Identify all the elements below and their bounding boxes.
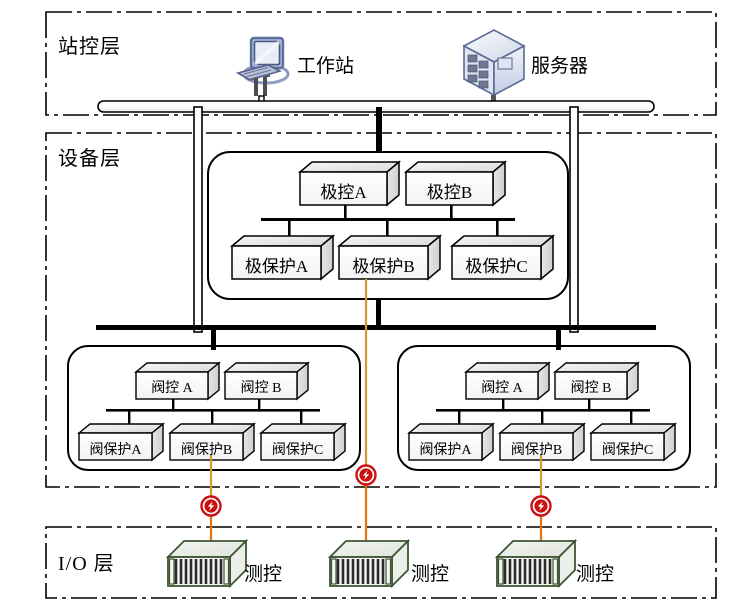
valve-prot-c-right-label: 阀保护C <box>601 443 654 458</box>
valve-prot-b-left-label: 阀保护B <box>180 443 233 458</box>
valve-group-right-internal-bus <box>436 398 650 427</box>
layer-label-station: 站控层 <box>58 36 121 58</box>
io-rack-icon-2 <box>327 538 411 589</box>
fiber-optic-marker-icon-1[interactable] <box>200 495 222 517</box>
io-unit-3-label: 测控 <box>576 564 615 585</box>
vertical-trunk-right <box>569 106 579 333</box>
pole-ctrl-a-label: 极控A <box>320 183 367 202</box>
io-unit-2-label: 测控 <box>411 564 450 585</box>
vertical-trunk-left <box>193 106 203 333</box>
station-layer-frame <box>45 11 717 116</box>
workstation-label: 工作站 <box>297 56 355 77</box>
pole-ctrl-b-label: 极控B <box>426 183 473 202</box>
valve-prot-c-left-label: 阀保护C <box>271 443 324 458</box>
io-unit-1-label: 测控 <box>244 564 283 585</box>
fiber-optic-marker-icon-3[interactable] <box>530 495 552 517</box>
layer-label-device: 设备层 <box>58 148 121 170</box>
fiber-optic-marker-icon-2[interactable] <box>355 464 377 486</box>
valve-group-left-internal-bus <box>106 398 320 427</box>
valve-ctrl-b-right-label: 阀控 B <box>570 381 612 396</box>
pole-group-internal-bus <box>261 205 515 239</box>
valve-prot-b-right-label: 阀保护B <box>510 443 563 458</box>
valve-ctrl-a-left-label: 阀控 A <box>151 381 193 396</box>
valve-ctrl-b-left-label: 阀控 B <box>240 381 282 396</box>
layer-label-io: I/O 层 <box>58 553 115 575</box>
valve-prot-a-left-label: 阀保护A <box>89 443 142 458</box>
diagram-svg <box>45 11 717 599</box>
workstation-monitor-icon <box>235 36 290 96</box>
pole-prot-a-label: 极保护A <box>244 257 309 276</box>
valve-ctrl-a-right-label: 阀控 A <box>481 381 523 396</box>
valve-prot-a-right-label: 阀保护A <box>419 443 472 458</box>
diagram-canvas: 站控层 设备层 I/O 层 工作站 服务器 极控A 极控B 极保护A 极保护B … <box>0 0 746 608</box>
server-label: 服务器 <box>531 56 589 77</box>
server-cube-icon <box>462 29 526 108</box>
vertical-trunk-middle <box>376 107 382 152</box>
io-rack-icon-1 <box>165 538 249 589</box>
pole-prot-b-label: 极保护B <box>352 257 415 276</box>
pole-prot-c-label: 极保护C <box>465 257 528 276</box>
io-rack-icon-3 <box>494 538 578 589</box>
